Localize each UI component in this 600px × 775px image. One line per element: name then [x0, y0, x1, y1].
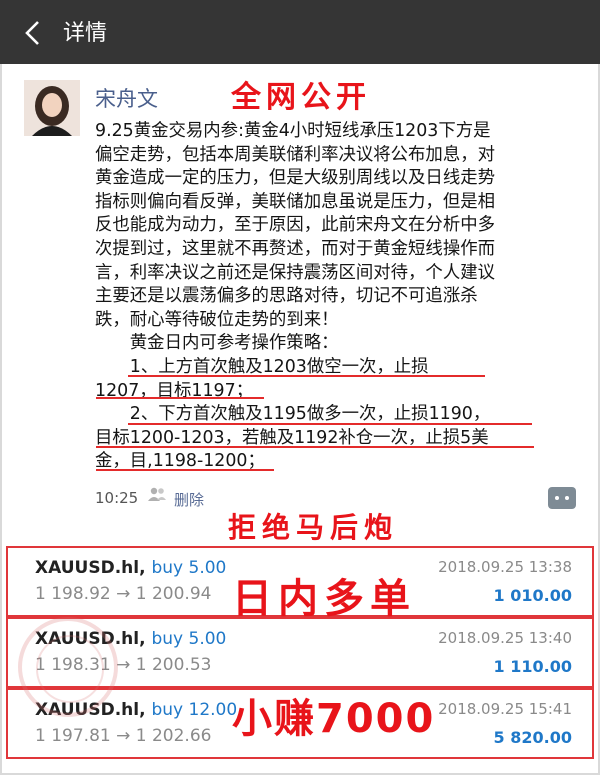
trade-side: buy 12.00: [151, 700, 238, 720]
trade-side: buy 5.00: [151, 629, 227, 649]
trade-profit: 1 110.00: [493, 657, 572, 676]
stamp-intraday-long: 日内多单: [232, 576, 416, 622]
top-nav-bar: 详情: [0, 0, 600, 64]
stamp-public: 全网公开: [231, 80, 371, 115]
stamp-no-hindsight: 拒绝马后炮: [228, 511, 399, 544]
post-text-line: 1207，目标1197；: [95, 380, 254, 401]
trade-datetime: 2018.09.25 13:38: [438, 558, 572, 576]
avatar-portrait-icon: [24, 80, 80, 136]
post-body: 9.25黄金交易内参:黄金4小时短线承压1203下方是 偏空走势，包括本周美联储利…: [95, 120, 573, 474]
author-name[interactable]: 宋舟文: [95, 83, 158, 113]
stamp-small-profit: 小赚7000: [232, 696, 436, 742]
post-text-line: 言，利率决议之前还是保持震荡区间对待，个人建议: [95, 262, 495, 283]
underline-strategy-1a: [128, 375, 485, 377]
watermark-seal-icon: [18, 617, 118, 717]
underline-strategy-2b: [96, 446, 534, 448]
trade-datetime: 2018.09.25 13:40: [438, 629, 572, 647]
page-title: 详情: [63, 21, 108, 46]
underline-strategy-2c: [96, 469, 274, 471]
trade-side: buy 5.00: [151, 558, 227, 578]
trade-symbol: XAUUSD.hl, buy 5.00: [35, 558, 227, 578]
visibility-people-icon: [148, 487, 166, 501]
post-text-line: 主要还是以震荡偏多的思路对待，切记不可追涨杀: [95, 286, 478, 307]
post-text-line: 偏空走势，包括本周美联储利率决议将公布加息，对: [95, 144, 495, 165]
avatar[interactable]: [24, 80, 80, 136]
trade-datetime: 2018.09.25 15:41: [438, 700, 572, 718]
post-text-line: 跌，耐心等待破位走势的到来！: [95, 309, 339, 330]
post-text-line: 指标则偏向看反弹，美联储加息虽说是压力，但是相: [95, 191, 495, 212]
trade-prices: 1 197.81 → 1 202.66: [35, 726, 212, 746]
trade-prices: 1 198.92 → 1 200.94: [35, 584, 212, 604]
underline-strategy-1b: [96, 397, 264, 399]
trade-profit: 5 820.00: [493, 728, 572, 747]
comment-icon[interactable]: [548, 487, 576, 509]
underline-strategy-2a: [128, 423, 532, 425]
post-text-line: 次提到过，这里就不再赘述，而对于黄金短线操作而: [95, 238, 495, 259]
post-text-line: 黄金日内可参考操作策略：: [95, 333, 339, 354]
delete-link[interactable]: 删除: [174, 489, 204, 510]
back-arrow-icon[interactable]: [16, 16, 50, 50]
trade-profit: 1 010.00: [493, 586, 572, 605]
post-text-line: 9.25黄金交易内参:黄金4小时短线承压1203下方是: [95, 121, 491, 141]
post-time: 10:25: [95, 489, 139, 507]
post-text-line: 反也能成为动力，至于原因，此前宋舟文在分析中多: [95, 215, 495, 236]
post-text-line: 黄金造成一定的压力，但是大级别周线以及日线走势: [95, 168, 495, 189]
